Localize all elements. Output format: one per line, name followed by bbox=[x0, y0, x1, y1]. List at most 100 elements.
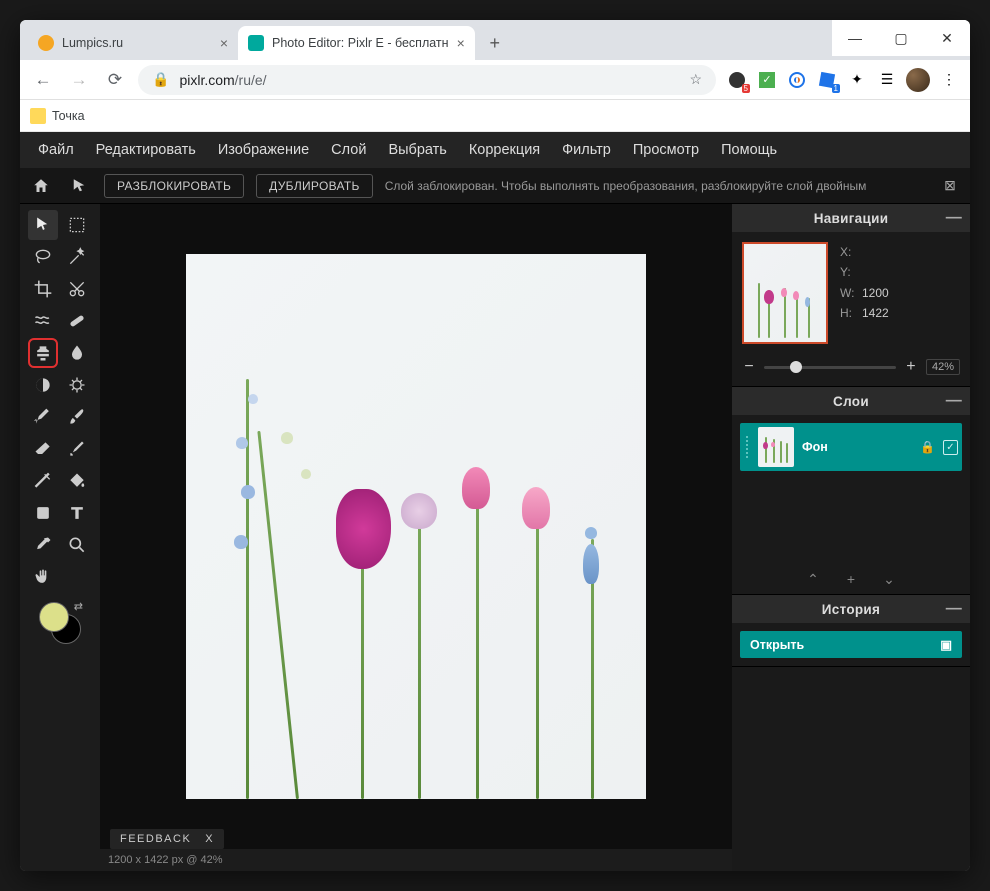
canvas[interactable] bbox=[186, 254, 646, 799]
layer-thumb bbox=[758, 427, 794, 467]
close-panels-icon[interactable]: ⊠ bbox=[938, 177, 962, 194]
merge-down-icon[interactable]: ⌃ bbox=[807, 571, 819, 588]
drag-handle-icon[interactable] bbox=[744, 436, 750, 458]
foreground-color[interactable] bbox=[39, 602, 69, 632]
ext-icon[interactable]: ✓ bbox=[756, 69, 778, 91]
kebab-menu-icon[interactable]: ⋮ bbox=[938, 69, 960, 91]
home-icon[interactable] bbox=[28, 175, 54, 197]
text-tool[interactable] bbox=[62, 498, 92, 528]
new-tab-button[interactable]: + bbox=[481, 29, 509, 57]
layer-item[interactable]: Фон 🔒 ✓ bbox=[740, 423, 962, 471]
browser-tab-1[interactable]: Photo Editor: Pixlr E - бесплатн × bbox=[238, 26, 475, 60]
ext-icon[interactable]: 1 bbox=[816, 69, 838, 91]
merge-up-icon[interactable]: ⌄ bbox=[883, 571, 895, 588]
heal-tool[interactable] bbox=[62, 306, 92, 336]
zoom-value[interactable]: 42% bbox=[926, 359, 960, 375]
zoom-tool[interactable] bbox=[62, 530, 92, 560]
cutout-tool[interactable] bbox=[62, 274, 92, 304]
menu-filter[interactable]: Фильтр bbox=[562, 142, 611, 158]
duplicate-button[interactable]: ДУБЛИРОВАТЬ bbox=[256, 174, 373, 198]
add-layer-button[interactable]: + bbox=[847, 571, 855, 588]
menu-image[interactable]: Изображение bbox=[218, 142, 309, 158]
bookmark-star-icon[interactable]: ☆ bbox=[689, 71, 702, 88]
blur-tool[interactable] bbox=[62, 338, 92, 368]
app-menubar: Файл Редактировать Изображение Слой Выбр… bbox=[20, 132, 970, 168]
brush-tool[interactable] bbox=[62, 402, 92, 432]
navigation-panel: Навигации— bbox=[732, 204, 970, 387]
history-step-icon: ▣ bbox=[940, 637, 952, 652]
crop-tool[interactable] bbox=[28, 274, 58, 304]
status-text: 1200 x 1422 px @ 42% bbox=[108, 854, 223, 866]
omnibox-row: ← → ⟳ 🔒 pixlr.com/ru/e/ ☆ 5 ✓ 1 ✦ ☰ ⋮ bbox=[20, 60, 970, 100]
zoom-out-button[interactable]: − bbox=[742, 358, 756, 376]
collapse-icon[interactable]: — bbox=[946, 392, 962, 410]
zoom-slider[interactable] bbox=[764, 366, 896, 369]
lasso-tool[interactable] bbox=[28, 242, 58, 272]
swap-colors-icon[interactable]: ⇄ bbox=[74, 600, 83, 613]
folder-icon bbox=[30, 108, 46, 124]
back-button[interactable]: ← bbox=[30, 67, 56, 93]
url-input[interactable]: 🔒 pixlr.com/ru/e/ ☆ bbox=[138, 65, 716, 95]
history-item[interactable]: Открыть ▣ bbox=[740, 631, 962, 658]
profile-avatar[interactable] bbox=[906, 68, 930, 92]
canvas-area[interactable] bbox=[100, 204, 732, 849]
menu-adjust[interactable]: Коррекция bbox=[469, 142, 540, 158]
color-swatch[interactable]: ⇄ bbox=[39, 602, 81, 644]
eraser-tool[interactable] bbox=[28, 434, 58, 464]
browser-window: Lumpics.ru × Photo Editor: Pixlr E - бес… bbox=[20, 20, 970, 871]
minimize-button[interactable]: — bbox=[832, 20, 878, 56]
liquify-tool[interactable] bbox=[28, 306, 58, 336]
tool-options-bar: РАЗБЛОКИРОВАТЬ ДУБЛИРОВАТЬ Слой заблокир… bbox=[20, 168, 970, 204]
extensions-button[interactable]: ✦ bbox=[846, 69, 868, 91]
wand-tool[interactable] bbox=[62, 242, 92, 272]
collapse-icon[interactable]: — bbox=[946, 209, 962, 227]
feedback-close-icon[interactable]: X bbox=[205, 833, 214, 845]
right-panels: Навигации— bbox=[732, 204, 970, 871]
forward-button[interactable]: → bbox=[66, 67, 92, 93]
close-icon[interactable]: × bbox=[457, 35, 465, 51]
fill-tool[interactable] bbox=[62, 466, 92, 496]
bookmark-item[interactable]: Точка bbox=[52, 109, 85, 123]
option-message: Слой заблокирован. Чтобы выполнять преоб… bbox=[385, 179, 926, 193]
ext-icon[interactable]: 5 bbox=[726, 69, 748, 91]
close-icon[interactable]: × bbox=[220, 35, 228, 51]
dodge-tool[interactable] bbox=[28, 370, 58, 400]
clone-tool[interactable] bbox=[28, 338, 58, 368]
unlock-button[interactable]: РАЗБЛОКИРОВАТЬ bbox=[104, 174, 244, 198]
hand-tool[interactable] bbox=[28, 562, 58, 592]
menu-select[interactable]: Выбрать bbox=[388, 142, 446, 158]
sponge-tool[interactable] bbox=[62, 370, 92, 400]
collapse-icon[interactable]: — bbox=[946, 600, 962, 618]
maximize-button[interactable]: ▢ bbox=[878, 20, 924, 56]
reload-button[interactable]: ⟳ bbox=[102, 67, 128, 93]
menu-help[interactable]: Помощь bbox=[721, 142, 777, 158]
pen-tool[interactable] bbox=[28, 402, 58, 432]
favicon-icon bbox=[248, 35, 264, 51]
arrow-tool[interactable] bbox=[28, 210, 58, 240]
color-replace-tool[interactable] bbox=[62, 434, 92, 464]
bookmarks-bar: Точка bbox=[20, 100, 970, 132]
menu-layer[interactable]: Слой bbox=[331, 142, 366, 158]
pointer-icon[interactable] bbox=[66, 175, 92, 197]
shape-tool[interactable] bbox=[28, 498, 58, 528]
ext-icon[interactable] bbox=[786, 69, 808, 91]
zoom-in-button[interactable]: + bbox=[904, 358, 918, 376]
eyedropper-tool[interactable] bbox=[28, 530, 58, 560]
layer-name: Фон bbox=[802, 440, 912, 454]
browser-tab-0[interactable]: Lumpics.ru × bbox=[28, 26, 238, 60]
menu-file[interactable]: Файл bbox=[38, 142, 74, 158]
visibility-toggle[interactable]: ✓ bbox=[943, 440, 958, 455]
workspace: ⇄ bbox=[20, 204, 970, 871]
navigator-thumb[interactable] bbox=[742, 242, 828, 344]
menu-edit[interactable]: Редактировать bbox=[96, 142, 196, 158]
lock-icon: 🔒 bbox=[152, 71, 169, 88]
reader-icon[interactable]: ☰ bbox=[876, 69, 898, 91]
marquee-tool[interactable] bbox=[62, 210, 92, 240]
menu-view[interactable]: Просмотр bbox=[633, 142, 699, 158]
close-window-button[interactable]: ✕ bbox=[924, 20, 970, 56]
tab-title: Photo Editor: Pixlr E - бесплатн bbox=[272, 36, 449, 50]
layer-footer: ⌃ + ⌄ bbox=[732, 565, 970, 594]
feedback-button[interactable]: FEEDBACK X bbox=[110, 829, 224, 849]
lock-icon[interactable]: 🔒 bbox=[920, 440, 935, 454]
gradient-tool[interactable] bbox=[28, 466, 58, 496]
